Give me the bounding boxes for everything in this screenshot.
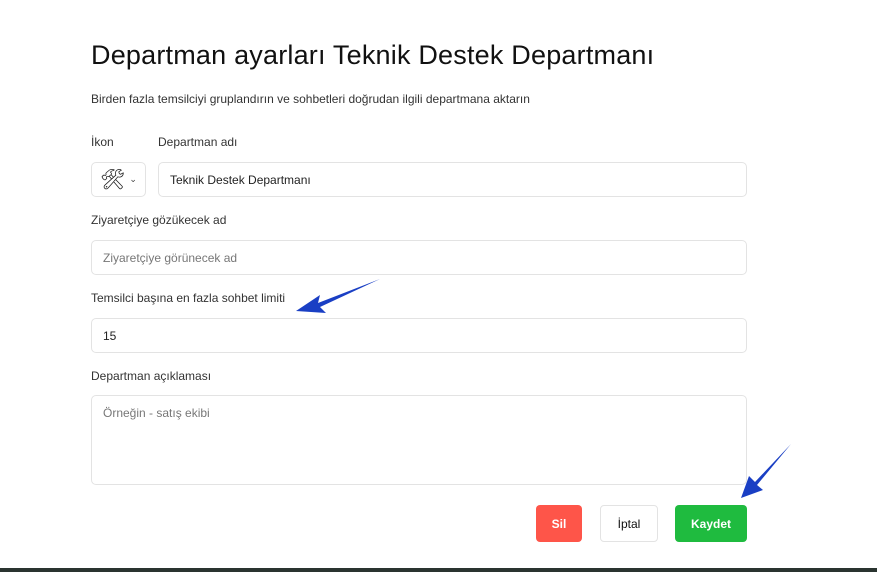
icon-select[interactable]: 🛠 ⌄ — [91, 162, 146, 197]
department-name-input[interactable]: Teknik Destek Departmanı — [158, 162, 747, 197]
visitor-name-input[interactable]: Ziyaretçiye görünecek ad — [91, 240, 747, 275]
bottom-bar — [0, 568, 877, 572]
visitor-name-label: Ziyaretçiye gözükecek ad — [91, 213, 227, 227]
chevron-down-icon: ⌄ — [129, 174, 137, 184]
page-title: Departman ayarları Teknik Destek Departm… — [91, 40, 655, 70]
delete-button[interactable]: Sil — [536, 505, 582, 542]
cancel-button[interactable]: İptal — [600, 505, 658, 542]
name-label: Departman adı — [158, 135, 238, 149]
description-textarea[interactable]: Örneğin - satış ekibi — [91, 395, 747, 485]
chat-limit-label: Temsilci başına en fazla sohbet limiti — [91, 291, 286, 305]
description-label: Departman açıklaması — [91, 369, 212, 383]
icon-label: İkon — [91, 135, 114, 149]
tools-icon: 🛠 — [100, 169, 126, 191]
page-subtitle: Birden fazla temsilciyi gruplandırın ve … — [91, 92, 530, 106]
save-button[interactable]: Kaydet — [675, 505, 747, 542]
annotation-arrow-icon — [741, 444, 791, 498]
annotation-arrow-icon — [296, 279, 380, 313]
chat-limit-input[interactable]: 15 — [91, 318, 747, 353]
